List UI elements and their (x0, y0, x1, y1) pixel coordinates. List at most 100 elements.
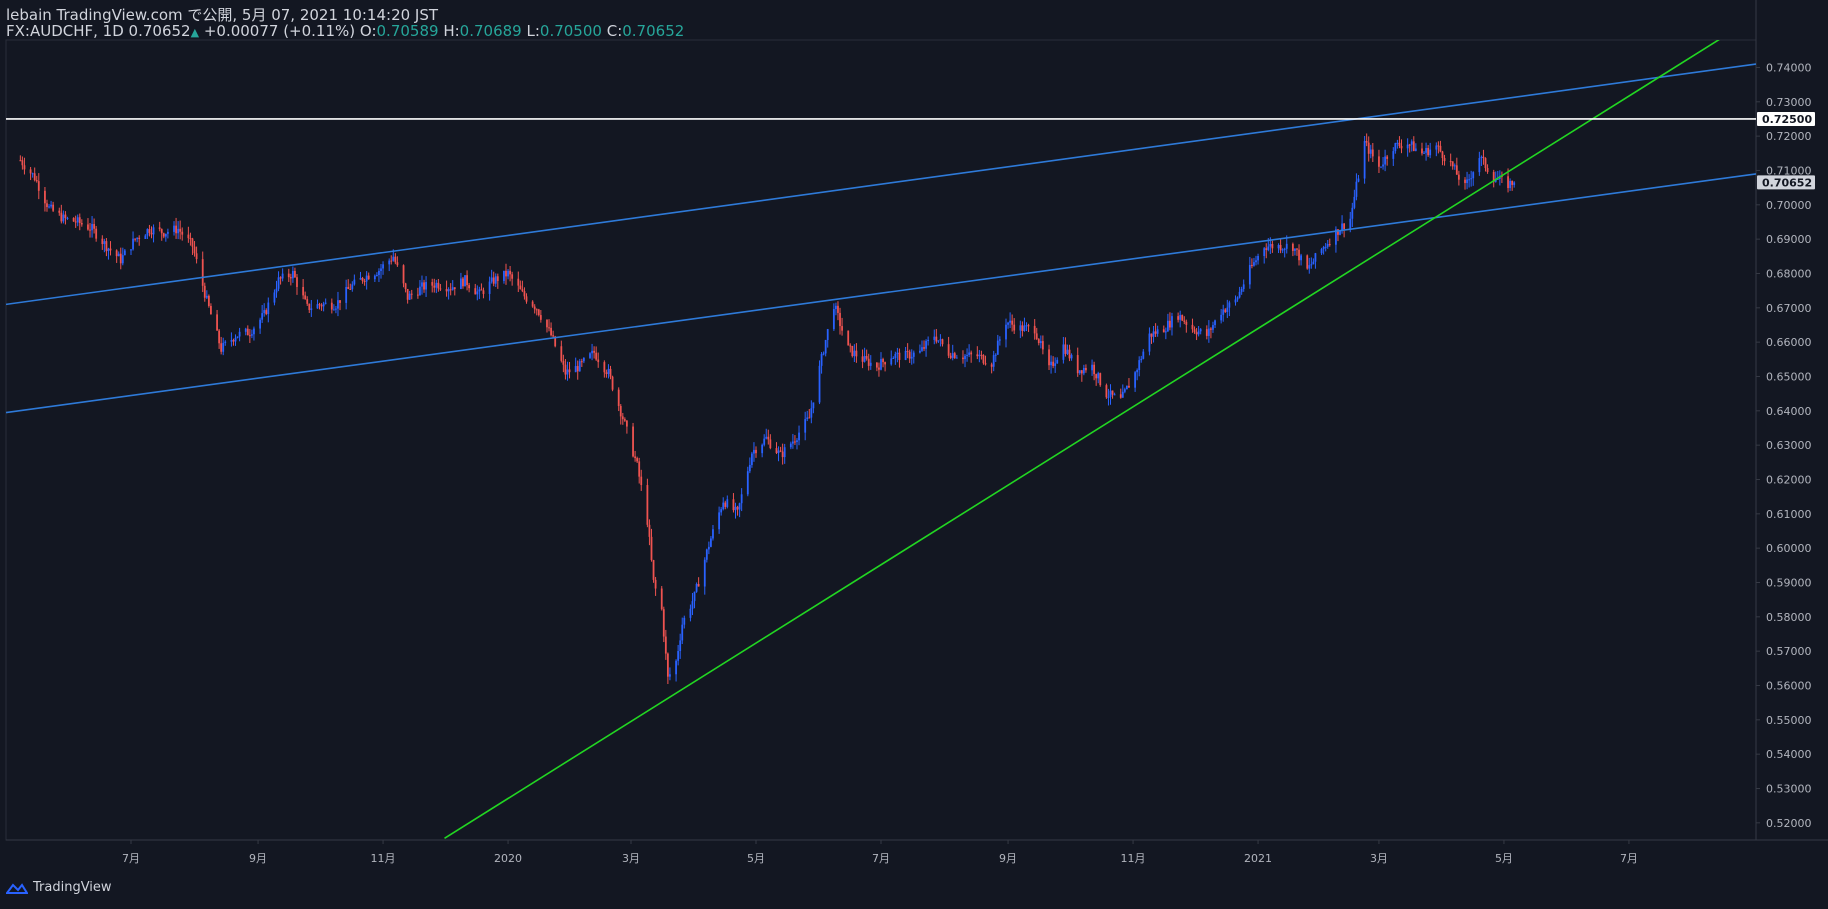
candle-body (1365, 140, 1368, 143)
candle-body (732, 499, 735, 511)
candle-body (935, 336, 938, 342)
candle-body (1136, 370, 1139, 373)
candle-body (882, 359, 884, 363)
candle-body (1439, 145, 1442, 152)
candle-body (1048, 349, 1050, 366)
candle-body (316, 304, 319, 309)
drawings[interactable] (6, 38, 1756, 839)
y-tick-label: 0.60000 (1766, 542, 1812, 555)
support-trendline[interactable] (444, 38, 1722, 839)
candle-body (751, 453, 753, 465)
candle-body (1050, 361, 1052, 366)
candle-body (322, 303, 325, 307)
candle-body (1425, 147, 1427, 153)
candle-body (884, 362, 886, 365)
y-tick-label: 0.67000 (1766, 302, 1812, 315)
candle-body (910, 356, 913, 359)
candle-body (1171, 316, 1173, 328)
candle-body (460, 278, 462, 290)
plot-area[interactable] (5, 39, 1757, 841)
candle-body (416, 294, 419, 296)
candle-body (273, 292, 276, 303)
candle-body (466, 275, 468, 286)
candle-body (476, 291, 479, 295)
candle-body (363, 281, 366, 283)
candle-body (763, 438, 766, 445)
candle-body (453, 287, 456, 290)
candle-body (1314, 253, 1317, 262)
candle-body (447, 289, 450, 292)
candle-body (605, 372, 608, 375)
candle-body (1085, 367, 1087, 371)
candle-body (164, 233, 167, 237)
candle-body (1322, 247, 1325, 250)
candle-body (636, 458, 639, 462)
candle-body (1410, 141, 1413, 145)
candle-body (345, 287, 348, 303)
candle-body (1396, 142, 1399, 144)
candle-body (1138, 360, 1141, 371)
candle-body (1035, 333, 1038, 340)
candle-body (552, 335, 555, 337)
candle-body (1148, 333, 1151, 352)
candle-body (1214, 320, 1216, 326)
candle-body (1427, 147, 1430, 156)
candle-body (1429, 149, 1432, 156)
candle-body (1041, 341, 1044, 350)
candle-body (724, 502, 727, 507)
candle-body (1421, 148, 1423, 154)
candle-body (279, 277, 282, 279)
candle-body (992, 355, 995, 367)
candle-body (1277, 244, 1280, 249)
candle-body (468, 285, 471, 289)
candle-body (669, 674, 671, 677)
candle-body (230, 340, 233, 342)
candle-body (132, 238, 134, 250)
candle-body (78, 217, 81, 223)
candle-body (1228, 302, 1231, 308)
candle-body (707, 546, 710, 550)
candle-body (650, 536, 653, 561)
candle-body (607, 368, 610, 375)
candle-body (376, 275, 378, 277)
candle-body (646, 485, 649, 525)
candle-body (1236, 297, 1239, 300)
tradingview-logo[interactable]: TradingView (6, 880, 112, 895)
candle-body (1013, 324, 1016, 331)
candle-body (119, 253, 122, 264)
candle-body (291, 270, 294, 279)
candle-body (775, 448, 778, 454)
candle-body (1326, 244, 1329, 247)
candle-body (1007, 322, 1009, 325)
candle-body (1371, 149, 1374, 157)
candle-body (1324, 246, 1327, 248)
candle-body (1039, 341, 1042, 344)
candle-body (1078, 370, 1081, 374)
x-tick-label: 11月 (1121, 852, 1146, 865)
candle-body (74, 221, 77, 223)
candle-body (890, 358, 893, 365)
candle-body (136, 237, 139, 240)
candle-body (1271, 243, 1274, 249)
candle-body (853, 350, 856, 357)
candle-body (205, 295, 208, 298)
candle-body (693, 591, 696, 602)
x-tick-label: 5月 (1495, 852, 1513, 865)
price-chart[interactable]: 0.52000 0.53000 0.54000 0.55000 0.56000 0.570… (0, 0, 1828, 909)
candle-body (287, 273, 290, 278)
candle-body (621, 416, 624, 420)
candle-body (1472, 172, 1475, 179)
candle-body (712, 529, 714, 539)
candle-body (535, 309, 538, 311)
candle-body (734, 506, 737, 511)
candle-body (1037, 339, 1040, 344)
candle-body (332, 309, 335, 311)
candle-body (1191, 324, 1194, 330)
candle-body (1011, 320, 1014, 325)
candle-body (148, 229, 151, 233)
candle-body (638, 461, 641, 477)
candle-body (220, 343, 223, 352)
candle-body (933, 336, 936, 340)
candle-body (783, 447, 786, 458)
channel-line[interactable] (6, 173, 1756, 414)
